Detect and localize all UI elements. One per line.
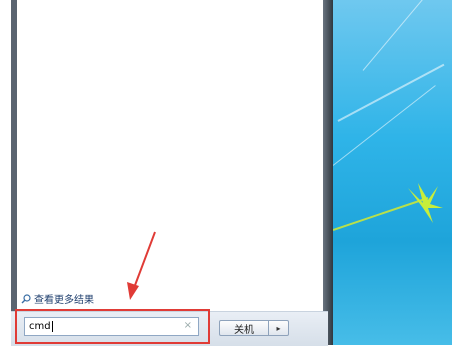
start-menu-panel bbox=[17, 0, 323, 311]
highlight-box bbox=[15, 309, 210, 344]
light-streak bbox=[337, 63, 445, 122]
red-arrow-icon bbox=[127, 231, 156, 300]
see-more-results-link[interactable]: 查看更多结果 bbox=[21, 291, 94, 306]
shutdown-button[interactable]: 关机 bbox=[219, 320, 269, 336]
light-streak bbox=[362, 0, 428, 71]
shutdown-options-arrow-icon[interactable]: ▸ bbox=[269, 320, 289, 336]
search-icon bbox=[21, 293, 31, 303]
desktop-background bbox=[333, 0, 452, 345]
see-more-results-label: 查看更多结果 bbox=[34, 295, 94, 306]
shutdown-button-group: 关机 ▸ bbox=[219, 320, 289, 336]
windows-grass-icon bbox=[333, 183, 443, 231]
menu-divider bbox=[323, 0, 333, 345]
